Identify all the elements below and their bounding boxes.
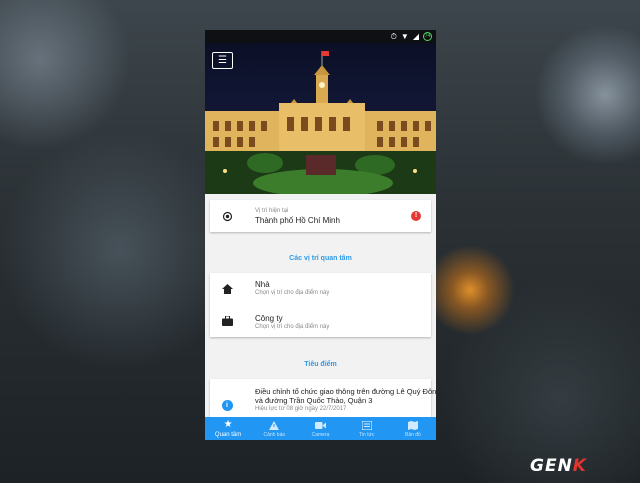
place-company-title: Công ty (255, 314, 283, 323)
hamburger-menu-icon: ☰ (218, 54, 227, 66)
nav-label-ban-do: Bản đồ (404, 431, 421, 438)
current-location-row[interactable]: Vị trí hiện tại Thành phố Hồ Chí Minh ! (210, 200, 431, 232)
place-home-subtitle: Chọn vị trí cho địa điểm này (255, 290, 330, 296)
wifi-icon: ▼ (400, 31, 409, 41)
camera-icon (315, 420, 326, 431)
nav-label-camera: Camera (311, 431, 330, 438)
nav-label-quan-tam: Quan tâm (214, 431, 242, 438)
current-location-label: Vị trí hiện tại (255, 208, 289, 214)
warning-icon (269, 420, 280, 431)
place-home-title: Nhà (255, 280, 270, 289)
news-icon (361, 420, 372, 431)
phone-screen: ⏱ ▼ ◢ 74 ☰ Vị trí hiện tại Thành phố Hồ … (205, 30, 436, 440)
gps-target-icon (220, 209, 234, 223)
battery-icon: 74 (423, 32, 432, 41)
nav-tab-camera[interactable]: Camera (297, 417, 343, 440)
nav-tab-ban-do[interactable]: Bản đồ (390, 417, 436, 440)
nav-label-tin-tuc: Tin tức (359, 431, 375, 438)
highlights-card: i Điều chỉnh tổ chức giao thông trên đườ… (210, 379, 436, 419)
place-item-home[interactable]: Nhà Chọn vị trí cho địa điểm này (210, 273, 431, 305)
signal-icon: ◢ (412, 31, 419, 41)
places-section-title: Các vị trí quan tâm (289, 255, 352, 262)
current-location-card[interactable]: Vị trí hiện tại Thành phố Hồ Chí Minh ! (210, 200, 431, 232)
genk-watermark-logo: GENK (530, 456, 587, 476)
nav-tab-canh-bao[interactable]: Cảnh báo (251, 417, 297, 440)
nav-tab-tin-tuc[interactable]: Tin tức (344, 417, 390, 440)
briefcase-icon (220, 314, 234, 328)
highlights-section-title: Tiêu điểm (304, 361, 337, 368)
place-item-company[interactable]: Công ty Chọn vị trí cho địa điểm này (210, 305, 431, 337)
alarm-icon: ⏱ (390, 31, 397, 41)
info-icon: i (220, 398, 234, 412)
places-card: Nhà Chọn vị trí cho địa điểm này Công ty… (210, 273, 431, 337)
highlight-title-line1: Điều chỉnh tổ chức giao thông trên đường… (255, 387, 436, 396)
bottom-navigation: ★ Quan tâm Cảnh báo Camera Tin tức Bản đ… (205, 417, 436, 440)
highlight-title-line2: và đường Trần Quốc Thảo, Quận 3 (255, 396, 373, 405)
nav-label-canh-bao: Cảnh báo (263, 431, 286, 438)
nav-tab-quan-tam[interactable]: ★ Quan tâm (205, 417, 251, 440)
hero-image: ☰ (205, 43, 436, 194)
status-bar: ⏱ ▼ ◢ 74 (205, 30, 436, 43)
highlight-subtitle: Hiệu lực từ 08 giờ ngày 22/7/2017 (255, 406, 347, 412)
map-icon (407, 420, 418, 431)
home-icon (220, 282, 234, 296)
highlight-item[interactable]: i Điều chỉnh tổ chức giao thông trên đườ… (210, 379, 436, 419)
place-company-subtitle: Chọn vị trí cho địa điểm này (255, 324, 330, 330)
star-icon: ★ (223, 419, 233, 430)
city-hall-illustration (205, 51, 436, 194)
current-location-value: Thành phố Hồ Chí Minh (255, 216, 340, 225)
menu-button[interactable]: ☰ (212, 52, 233, 69)
location-info-icon[interactable]: ! (411, 211, 421, 221)
